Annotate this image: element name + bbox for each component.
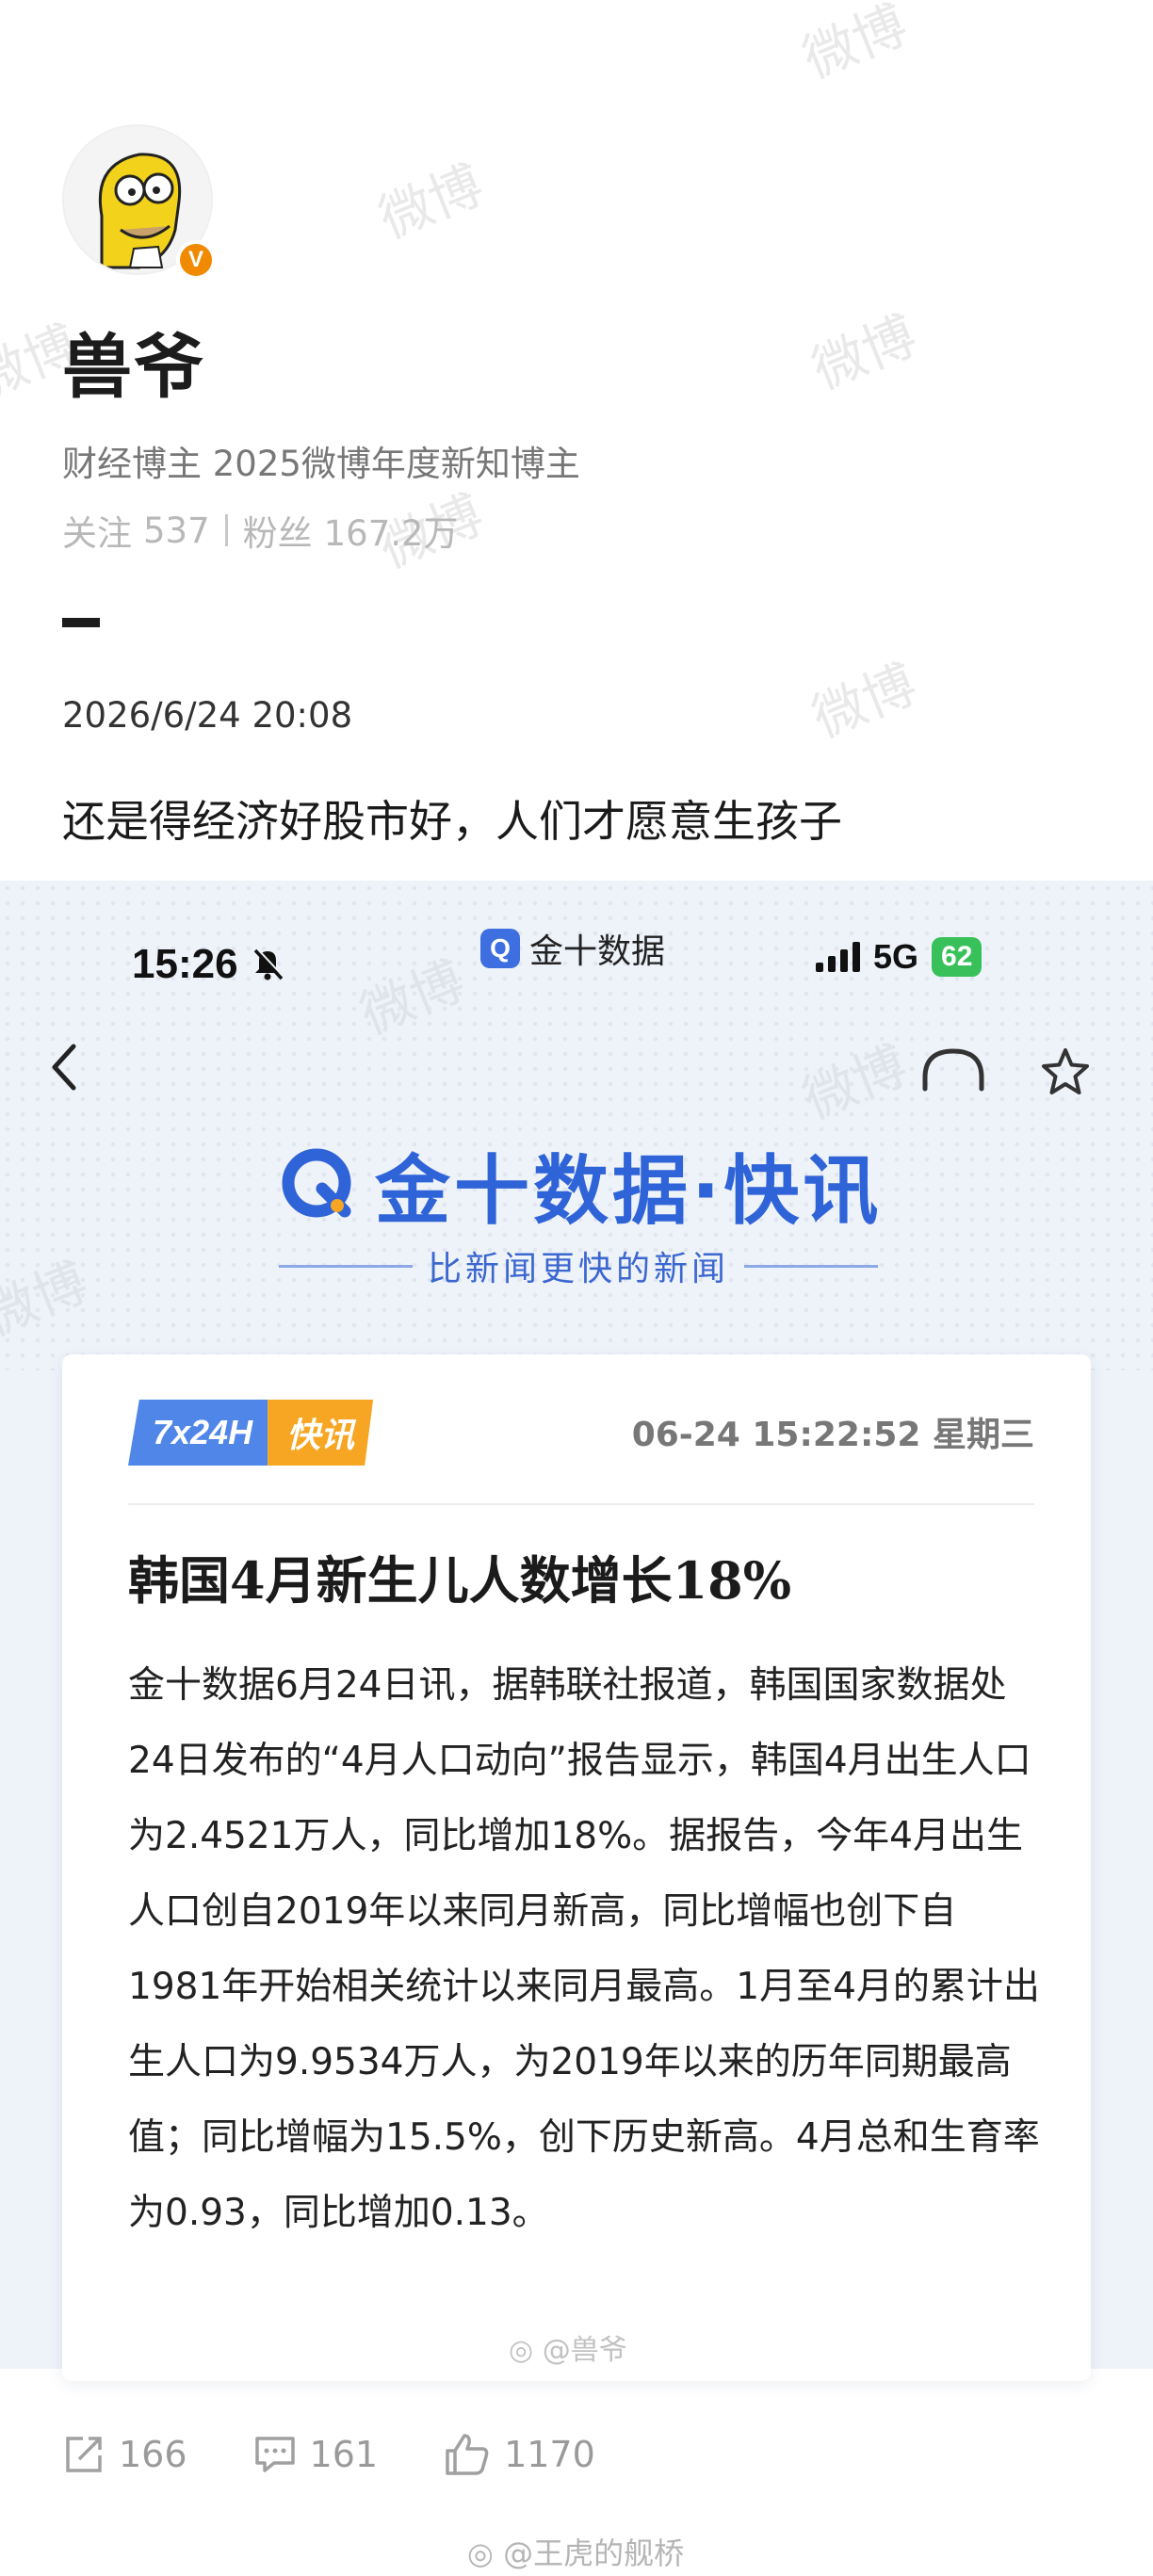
followers-count[interactable]: 167.2万: [324, 505, 459, 556]
status-bar-time: 15:26: [132, 941, 285, 988]
status-app-name: 金十数据: [529, 932, 666, 971]
like-icon: [446, 2434, 489, 2475]
profile-stats: 关注 537 粉丝 167.2万: [62, 505, 459, 556]
weibo-logo-icon: ◎: [467, 2535, 494, 2571]
network-type: 5G: [873, 937, 919, 976]
mute-icon: [253, 948, 284, 980]
watermark: 微博: [804, 305, 925, 402]
comment-button[interactable]: 161: [253, 2433, 379, 2476]
stats-divider: [224, 514, 228, 546]
tag-7x24: 7x24H: [128, 1400, 268, 1466]
news-headline: 韩国4月新生儿人数增长18%: [128, 1550, 792, 1611]
back-icon[interactable]: [47, 1041, 81, 1097]
brand-header: 金十数据·快讯: [279, 1130, 882, 1239]
comment-icon: [254, 2437, 295, 2472]
footer-handle: @王虎的舰桥: [503, 2535, 685, 2571]
footer-watermark: ◎ @王虎的舰桥: [467, 2530, 684, 2573]
section-divider: [62, 618, 100, 627]
news-body: 金十数据6月24日讯，据韩联社报道，韩国国家数据处24日发布的“4月人口动向”报…: [128, 1664, 1040, 2234]
following-count[interactable]: 537: [143, 510, 210, 551]
brand-tagline: 比新闻更快的新闻: [279, 1241, 879, 1290]
action-bar: 166 161 1170: [62, 2432, 661, 2477]
like-button[interactable]: 1170: [444, 2432, 595, 2477]
news-card: 7x24H 快讯 06-24 15:22:52 星期三 韩国4月新生儿人数增长1…: [62, 1354, 1091, 2381]
watermark: 微博: [370, 154, 492, 251]
tagline-rule-left: [279, 1264, 413, 1268]
verified-badge: V: [176, 240, 216, 280]
news-timestamp: 06-24 15:22:52 星期三: [631, 1416, 1034, 1454]
tagline-rule-right: [744, 1264, 879, 1268]
tagline-text: 比新闻更快的新闻: [428, 1250, 730, 1288]
profile-name[interactable]: 兽爷: [62, 311, 205, 412]
card-divider: [128, 1503, 1034, 1505]
jin10-logo-icon: Q: [480, 929, 520, 968]
image-weibo-handle: @兽爷: [542, 2334, 627, 2367]
share-button[interactable]: 166: [62, 2433, 187, 2476]
watermark: 微博: [804, 654, 925, 751]
post-date: 2026/6/24 20:08: [62, 695, 353, 736]
following-label[interactable]: 关注: [62, 505, 132, 556]
comment-count: 161: [309, 2434, 379, 2475]
image-weibo-mark: ◎ @兽爷: [509, 2326, 627, 2368]
status-bar-app: Q 金十数据: [480, 924, 665, 973]
like-count: 1170: [504, 2434, 595, 2475]
flash-tag: 7x24H 快讯: [128, 1400, 374, 1466]
watermark: 微博: [794, 0, 916, 91]
post-text: 还是得经济好股市好，人们才愿意生孩子: [62, 796, 842, 847]
followers-label[interactable]: 粉丝: [243, 505, 313, 556]
weibo-logo-icon: ◎: [509, 2334, 534, 2367]
status-time: 15:26: [132, 941, 238, 987]
tag-flash: 快讯: [268, 1400, 374, 1466]
share-count: 166: [119, 2434, 187, 2475]
share-icon: [66, 2437, 102, 2472]
status-bar-indicators: 5G 62: [816, 937, 982, 977]
brand-title: 金十数据·快讯: [375, 1147, 883, 1235]
headphone-icon[interactable]: [919, 1047, 987, 1096]
star-icon[interactable]: [1040, 1047, 1091, 1100]
profile-bio: 财经博主 2025微博年度新知博主: [62, 444, 580, 484]
jin10-brand-icon: [282, 1148, 351, 1218]
battery-indicator: 62: [932, 937, 982, 977]
signal-icon: [816, 942, 860, 972]
